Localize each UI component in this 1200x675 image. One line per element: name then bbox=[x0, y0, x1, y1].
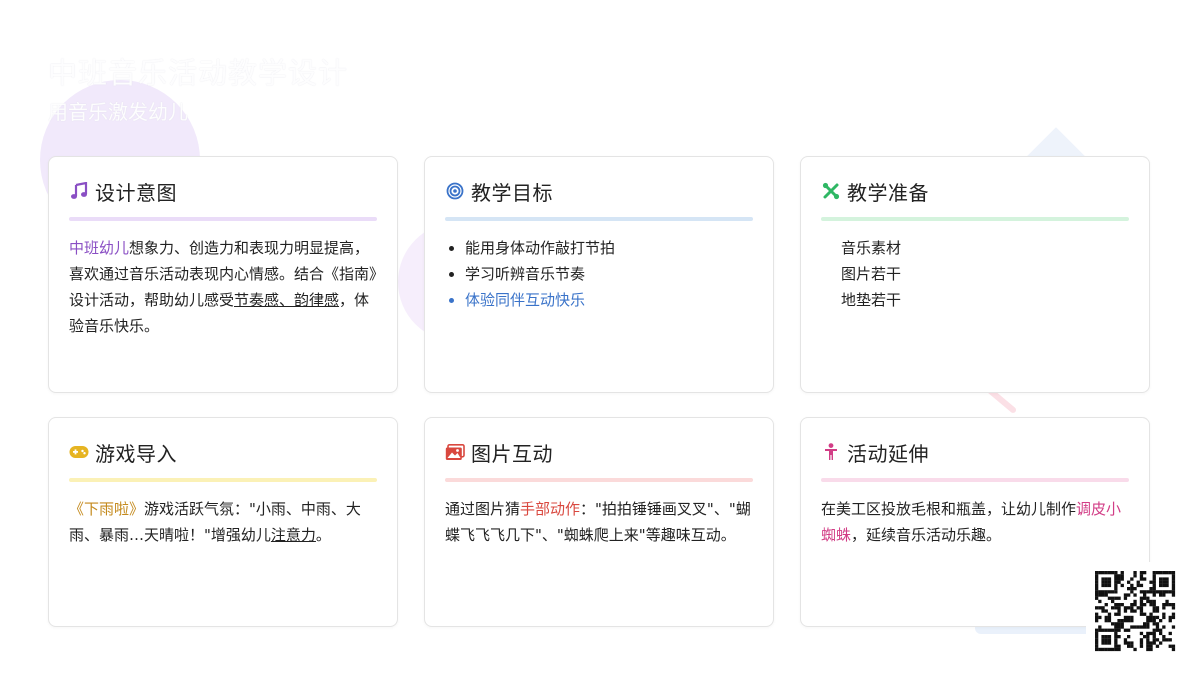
list-item: 学习听辨音乐节奏 bbox=[465, 261, 753, 287]
list-item: 音乐素材 bbox=[841, 239, 902, 257]
highlight-text: 手部动作 bbox=[520, 500, 581, 518]
list-item: 体验同伴互动快乐 bbox=[465, 287, 753, 313]
card-design-intent: 设计意图 中班幼儿想象力、创造力和表现力明显提高，喜欢通过音乐活动表现内心情感。… bbox=[48, 156, 398, 393]
card-divider bbox=[821, 217, 1129, 221]
goals-list: 能用身体动作敲打节拍 学习听辨音乐节奏 体验同伴互动快乐 bbox=[445, 235, 753, 313]
tools-icon bbox=[821, 181, 841, 201]
body-text: 在美工区投放毛根和瓶盖，让幼儿制作 bbox=[821, 500, 1077, 518]
image-icon bbox=[445, 442, 465, 462]
highlight-text: 《下雨啦》 bbox=[69, 500, 145, 518]
music-note-icon bbox=[69, 181, 89, 201]
card-game-intro: 游戏导入 《下雨啦》游戏活跃气氛："小雨、中雨、大雨、暴雨…天晴啦！"增强幼儿注… bbox=[48, 417, 398, 627]
card-divider bbox=[445, 478, 753, 482]
body-text: 通过图片猜 bbox=[445, 500, 521, 518]
card-body: 《下雨啦》游戏活跃气氛："小雨、中雨、大雨、暴雨…天晴啦！"增强幼儿注意力。 bbox=[69, 496, 377, 548]
list-item: 能用身体动作敲打节拍 bbox=[465, 235, 753, 261]
card-body: 能用身体动作敲打节拍 学习听辨音乐节奏 体验同伴互动快乐 bbox=[445, 235, 753, 313]
card-divider bbox=[821, 478, 1129, 482]
list-item: 地垫若干 bbox=[841, 291, 902, 309]
card-goals: 教学目标 能用身体动作敲打节拍 学习听辨音乐节奏 体验同伴互动快乐 bbox=[424, 156, 774, 393]
card-header: 活动延伸 bbox=[821, 440, 1129, 466]
list-item: 图片若干 bbox=[841, 265, 902, 283]
child-icon bbox=[821, 442, 841, 462]
card-divider bbox=[445, 217, 753, 221]
underlined-text: 节奏感、韵律感 bbox=[234, 291, 340, 309]
card-title: 设计意图 bbox=[95, 180, 177, 205]
target-icon bbox=[445, 181, 465, 201]
preparation-list: 音乐素材 图片若干 地垫若干 bbox=[821, 235, 1129, 313]
qr-code-icon bbox=[1086, 562, 1184, 660]
card-body: 音乐素材 图片若干 地垫若干 bbox=[821, 235, 1129, 313]
page-header: 中班音乐活动教学设计 用音乐激发幼儿 bbox=[48, 50, 349, 124]
card-body: 通过图片猜手部动作："拍拍锤锤画叉叉"、"蝴蝶飞飞飞几下"、"蜘蛛爬上来"等趣味… bbox=[445, 496, 753, 548]
card-title: 教学准备 bbox=[847, 180, 929, 205]
body-text: 。 bbox=[315, 526, 331, 544]
card-header: 教学准备 bbox=[821, 179, 1129, 205]
body-text: ，延续音乐活动乐趣。 bbox=[851, 526, 1002, 544]
card-title: 教学目标 bbox=[471, 180, 553, 205]
card-header: 教学目标 bbox=[445, 179, 753, 205]
card-header: 游戏导入 bbox=[69, 440, 377, 466]
card-header: 图片互动 bbox=[445, 440, 753, 466]
page-title: 中班音乐活动教学设计 bbox=[48, 56, 349, 90]
card-divider bbox=[69, 217, 377, 221]
underlined-text: 注意力 bbox=[270, 526, 316, 544]
highlight-text: 中班幼儿 bbox=[69, 239, 130, 257]
card-title: 活动延伸 bbox=[847, 441, 929, 466]
card-header: 设计意图 bbox=[69, 179, 377, 205]
page-subtitle: 用音乐激发幼儿 bbox=[48, 100, 188, 124]
card-divider bbox=[69, 478, 377, 482]
card-body: 中班幼儿想象力、创造力和表现力明显提高，喜欢通过音乐活动表现内心情感。结合《指南… bbox=[69, 235, 377, 339]
card-title: 游戏导入 bbox=[95, 441, 177, 466]
card-title: 图片互动 bbox=[471, 441, 553, 466]
card-picture-interaction: 图片互动 通过图片猜手部动作："拍拍锤锤画叉叉"、"蝴蝶飞飞飞几下"、"蜘蛛爬上… bbox=[424, 417, 774, 627]
card-preparation: 教学准备 音乐素材 图片若干 地垫若干 bbox=[800, 156, 1150, 393]
card-body: 在美工区投放毛根和瓶盖，让幼儿制作调皮小蜘蛛，延续音乐活动乐趣。 bbox=[821, 496, 1129, 548]
gamepad-icon bbox=[69, 442, 89, 462]
